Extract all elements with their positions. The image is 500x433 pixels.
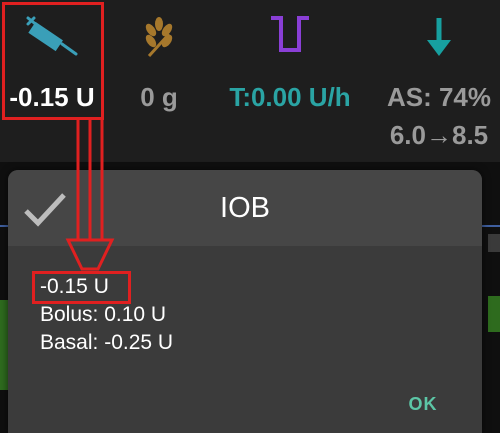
annotation-arrow xyxy=(65,120,115,271)
